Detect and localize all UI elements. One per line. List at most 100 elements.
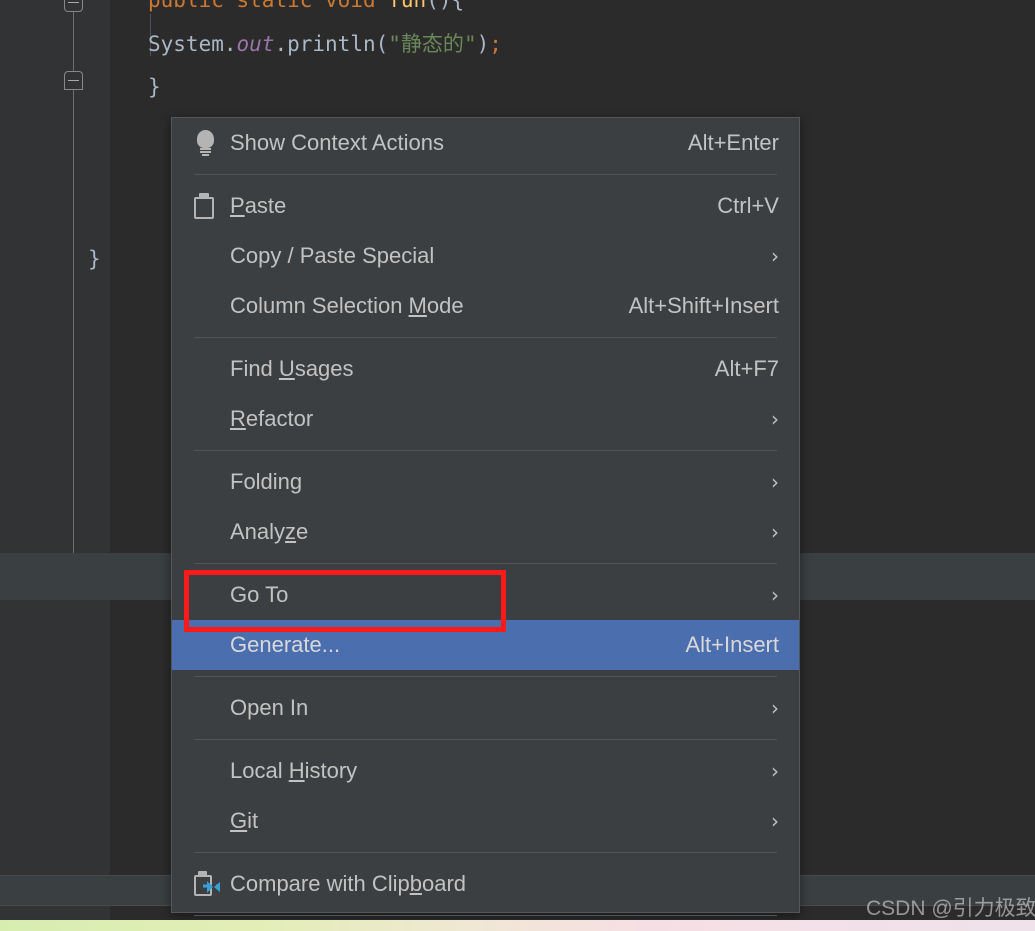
bottom-gradient-strip <box>0 920 1035 931</box>
chevron-right-icon: › <box>771 520 779 544</box>
token-keyword-void: void <box>325 0 376 12</box>
menu-item-icon-slot <box>194 869 230 899</box>
menu-item-label: Find Usages <box>230 356 354 381</box>
chevron-right-icon: › <box>771 809 779 833</box>
menu-item-label: Copy / Paste Special <box>230 243 435 268</box>
code-line-4: } <box>88 247 101 271</box>
menu-item-icon-slot <box>194 693 230 723</box>
menu-item-mnemonic: G <box>230 808 248 833</box>
menu-item-label: Analyze <box>230 519 309 544</box>
menu-item-icon-slot <box>194 354 230 384</box>
menu-separator <box>194 450 777 451</box>
chevron-right-icon: › <box>771 759 779 783</box>
menu-item-icon-slot <box>194 191 230 221</box>
menu-item-icon-slot <box>194 467 230 497</box>
token-dot-2: . <box>274 32 288 56</box>
menu-item-mnemonic: b <box>409 871 422 896</box>
chevron-right-icon: › <box>771 696 779 720</box>
menu-item-find-usages[interactable]: Find Usages Alt+F7 <box>172 344 799 394</box>
menu-item-refactor[interactable]: Refactor › <box>172 394 799 444</box>
token-string-literal: 静态的 <box>400 32 464 56</box>
menu-item-icon-slot <box>194 128 230 158</box>
menu-item-label: Generate... <box>230 632 341 657</box>
menu-item-label: Folding <box>230 469 303 494</box>
menu-item-shortcut: Alt+F7 <box>714 356 779 381</box>
menu-item-mnemonic: z <box>285 519 297 544</box>
compare-clipboard-icon <box>194 871 222 897</box>
menu-item-analyze[interactable]: Analyze › <box>172 507 799 557</box>
menu-item-label: Open In <box>230 695 309 720</box>
menu-item-mnemonic: R <box>230 406 246 431</box>
menu-item-icon-slot <box>194 806 230 836</box>
code-line-2: System.out.println("静态的"); <box>148 30 502 58</box>
menu-separator <box>194 563 777 564</box>
menu-item-label: Compare with Clipboard <box>230 871 467 896</box>
menu-item-icon-slot <box>194 241 230 271</box>
menu-item-generate[interactable]: Generate... Alt+Insert <box>172 620 799 670</box>
menu-item-icon-slot <box>194 291 230 321</box>
token-close-paren: ) <box>476 32 490 56</box>
menu-item-mnemonic: P <box>230 193 245 218</box>
menu-item-git[interactable]: Git › <box>172 796 799 846</box>
code-line-3: } <box>148 75 161 99</box>
menu-item-show-context-actions[interactable]: Show Context Actions Alt+Enter <box>172 118 799 168</box>
menu-item-mnemonic: U <box>278 356 295 381</box>
clipboard-icon <box>194 193 214 219</box>
csdn-watermark: CSDN @引力极致 <box>866 897 1035 920</box>
token-semicolon: ; <box>489 32 502 56</box>
token-system: System <box>148 32 224 56</box>
lightbulb-icon <box>194 130 216 156</box>
menu-item-label: Go To <box>230 582 289 607</box>
token-dot-1: . <box>223 32 237 56</box>
menu-item-label: Refactor <box>230 406 314 431</box>
token-keyword-public: public <box>148 0 224 12</box>
token-quote-open: " <box>388 32 401 56</box>
token-open-paren: ( <box>375 32 389 56</box>
gutter-background <box>0 0 110 931</box>
menu-item-shortcut: Alt+Enter <box>687 130 779 155</box>
menu-separator <box>194 676 777 677</box>
token-method-name: fun <box>388 0 427 12</box>
editor-gutter[interactable] <box>0 0 110 931</box>
fold-marker-collapse-icon[interactable] <box>64 71 83 90</box>
fold-marker-collapse-icon[interactable] <box>64 0 83 12</box>
menu-item-shortcut: Alt+Shift+Insert <box>628 293 779 318</box>
menu-item-shortcut: Alt+Insert <box>685 632 779 657</box>
editor-context-menu[interactable]: Show Context Actions Alt+Enter Paste Ctrl+V… <box>171 117 800 916</box>
token-keyword-static: static <box>236 0 313 12</box>
menu-item-label: Paste <box>230 193 287 218</box>
screen: public static void fun(){ System.out.pri… <box>0 0 1035 931</box>
menu-item-paste[interactable]: Paste Ctrl+V <box>172 181 799 231</box>
menu-item-mnemonic: M <box>408 293 427 318</box>
menu-item-go-to[interactable]: Go To › <box>172 570 799 620</box>
menu-separator <box>194 915 777 916</box>
chevron-right-icon: › <box>771 583 779 607</box>
token-println: println <box>287 32 376 56</box>
chevron-right-icon: › <box>771 470 779 494</box>
menu-item-icon-slot <box>194 756 230 786</box>
token-quote-close: " <box>463 32 477 56</box>
menu-item-icon-slot <box>194 404 230 434</box>
menu-item-icon-slot <box>194 580 230 610</box>
chevron-right-icon: › <box>771 244 779 268</box>
menu-item-copy-paste-special[interactable]: Copy / Paste Special › <box>172 231 799 281</box>
menu-item-folding[interactable]: Folding › <box>172 457 799 507</box>
menu-item-column-selection-mode[interactable]: Column Selection Mode Alt+Shift+Insert <box>172 281 799 331</box>
token-out-field: out <box>236 32 275 56</box>
menu-item-label: Show Context Actions <box>230 130 445 155</box>
menu-separator <box>194 337 777 338</box>
menu-item-compare-with-clipboard[interactable]: Compare with Clipboard <box>172 859 799 909</box>
menu-item-icon-slot <box>194 630 230 660</box>
menu-separator <box>194 852 777 853</box>
code-line-1: public static void fun(){ <box>148 0 464 14</box>
chevron-right-icon: › <box>771 407 779 431</box>
menu-item-icon-slot <box>194 517 230 547</box>
menu-item-label: Column Selection Mode <box>230 293 464 318</box>
menu-item-shortcut: Ctrl+V <box>717 193 779 218</box>
menu-item-label: Git <box>230 808 259 833</box>
menu-separator <box>194 174 777 175</box>
menu-item-open-in[interactable]: Open In › <box>172 683 799 733</box>
menu-item-local-history[interactable]: Local History › <box>172 746 799 796</box>
menu-item-mnemonic: H <box>288 758 305 783</box>
menu-item-label: Local History <box>230 758 358 783</box>
